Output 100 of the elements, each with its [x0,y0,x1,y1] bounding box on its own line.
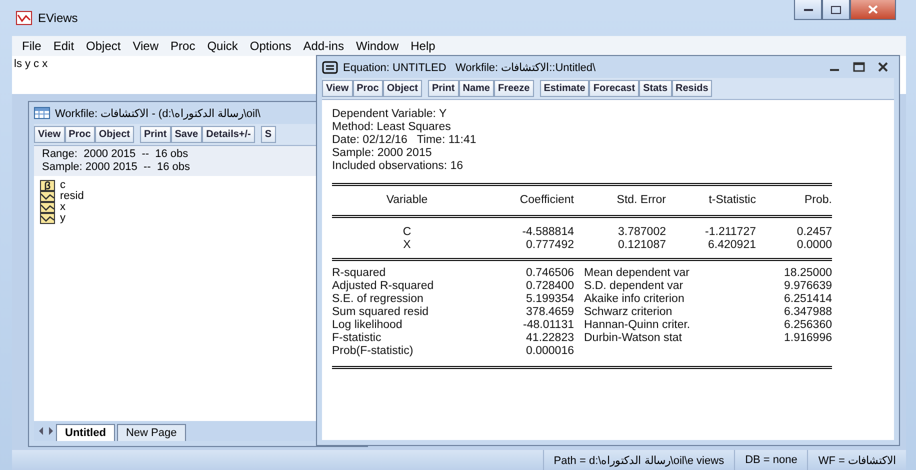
close-icon[interactable] [878,62,888,72]
page-tab[interactable]: Untitled [56,424,115,441]
toolbar-button[interactable]: View [34,126,65,143]
close-button[interactable] [850,0,896,20]
stat-value: -48.01131 [522,319,574,332]
output-header-line: Dependent Variable: Y [332,108,448,121]
column-header: Variable [385,194,429,207]
series-icon [40,191,55,202]
stat-value: 0.000016 [525,345,574,358]
toolbar-button[interactable]: S [260,126,276,143]
menu-item[interactable]: Proc [164,39,202,53]
toolbar-button[interactable]: Proc [64,126,95,143]
workfile-status: WF = الاكتشافات [807,450,906,470]
stat-label: Mean dependent var [583,267,690,280]
object-name[interactable]: x [60,202,66,213]
output-header-line: Date: 02/12/16 Time: 11:41 [332,134,478,147]
scroll-arrows-icon[interactable] [38,427,54,435]
stat-label: Prob(F-statistic) [332,345,414,358]
minimize-button[interactable] [794,0,822,20]
stat-label: Sum squared resid [332,306,430,319]
workfile-title: Workfile: الاكتشافات - (d:\رسالة الدكتوراه\oil\ [55,106,260,120]
toolbar-button[interactable]: View [322,80,353,97]
maximize-icon [831,6,841,14]
maximize-icon[interactable] [853,62,865,72]
table-cell-text: 6.420921 [707,239,756,252]
stat-label: Log likelihood [332,319,404,332]
stat-value: 6.256360 [783,319,832,332]
coefficient-icon [40,180,55,191]
column-header: Std. Error [616,194,666,207]
variable-name: X [402,239,412,252]
path-status: Path = d:\رسالة الدكتوراه\oil\e views [542,450,734,470]
output-header-line: Sample: 2000 2015 [332,147,433,160]
stat-value: 1.916996 [783,332,832,345]
stat-label: S.E. of regression [332,293,424,306]
stat-value: 6.251414 [783,293,832,306]
stat-label: F-statistic [332,332,382,345]
menu-item[interactable]: Edit [47,39,80,53]
toolbar-button[interactable]: Freeze [494,80,534,97]
page-tab[interactable]: New Page [116,424,186,441]
toolbar-button[interactable]: Estimate [540,80,590,97]
toolbar-button[interactable]: Forecast [589,80,640,97]
table-cell-text: 0.777492 [525,239,574,252]
stat-value: 0.746506 [525,267,574,280]
column-header: Prob. [804,194,832,207]
toolbar-button[interactable]: Object [382,80,422,97]
range-text: Range: 2000 2015 -- 16 obs [42,148,188,161]
object-name[interactable]: c [60,180,66,191]
toolbar-button[interactable]: Print [428,80,459,97]
stat-label: Schwarz criterion [583,306,674,319]
stat-label: Akaike info criterion [583,293,686,306]
toolbar-button[interactable]: Save [170,126,202,143]
menu-item[interactable]: Options [244,39,298,53]
object-name[interactable]: y [60,213,66,224]
menu-item[interactable]: File [16,39,48,53]
toolbar-button[interactable]: Object [94,126,134,143]
menu-item[interactable]: Object [80,39,127,53]
minimize-icon [804,8,812,11]
maximize-button[interactable] [822,0,850,20]
object-name[interactable]: resid [60,191,84,202]
toolbar-button[interactable]: Resids [672,80,712,97]
table-cell-text: 0.2457 [796,226,832,239]
table-cell-text: 3.787002 [617,226,666,239]
stat-value: 378.4659 [525,306,574,319]
output-header-line: Included observations: 16 [332,160,464,173]
equation-title: Equation: UNTITLED Workfile: الاكتشافات::Untitled\ [343,60,597,74]
series-icon [40,213,55,224]
menu-item[interactable]: Help [404,39,442,53]
toolbar-button[interactable]: Proc [352,80,383,97]
toolbar-button[interactable]: Details+/- [202,126,255,143]
sample-text: Sample: 2000 2015 -- 16 obs [42,161,190,174]
window-title: EViews [38,11,78,25]
output-header-line: Method: Least Squares [332,121,452,134]
stat-label: Adjusted R-squared [332,280,435,293]
database-status: DB = none [734,450,808,470]
stat-value: 0.728400 [525,280,574,293]
stat-value: 5.199354 [525,293,574,306]
menu-item[interactable]: View [126,39,165,53]
stat-value: 18.25000 [783,267,832,280]
workfile-icon [34,107,50,119]
close-icon [868,5,878,14]
toolbar-button[interactable]: Name [458,80,494,97]
series-icon [40,202,55,213]
stat-label: Durbin-Watson stat [583,332,683,345]
toolbar-button[interactable]: Stats [639,80,672,97]
stat-label: R-squared [332,267,387,280]
equation-icon [322,60,338,74]
column-header: Coefficient [518,194,574,207]
menu-item[interactable]: Quick [201,39,244,53]
stat-value: 9.976639 [783,280,832,293]
app-logo-icon [16,11,32,25]
stat-label: Hannan-Quinn criter. [583,319,692,332]
variable-name: C [402,226,412,239]
stat-value: 6.347988 [783,306,832,319]
table-cell-text: -1.211727 [704,226,756,239]
table-cell-text: 0.0000 [796,239,832,252]
menu-item[interactable]: Window [350,39,405,53]
toolbar-button[interactable]: Print [140,126,171,143]
menu-item[interactable]: Add-ins [297,39,350,53]
column-header: t-Statistic [708,194,756,207]
stat-label: S.D. dependent var [583,280,684,293]
